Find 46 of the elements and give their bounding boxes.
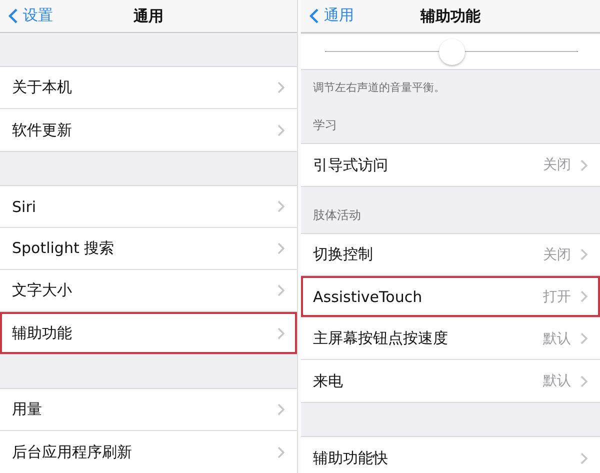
- back-chevron-icon: [8, 8, 18, 24]
- back-chevron-icon: [309, 8, 319, 24]
- chevron-icon: [277, 403, 285, 416]
- chevron-icon: [580, 290, 588, 303]
- row-label: 主屏幕按钮点按速度: [313, 329, 449, 348]
- row-label: 引导式访问: [313, 156, 389, 174]
- chevron-icon: [277, 284, 285, 297]
- chevron-icon: [277, 326, 285, 340]
- row-value: 关闭: [543, 246, 571, 264]
- row-value: 默认: [543, 372, 571, 390]
- section-header: 肢体活动: [312, 207, 362, 224]
- row-value: 默认: [543, 330, 571, 348]
- row-label: 来电: [313, 372, 344, 390]
- section-footer: 调节左右声道的音量平衡。: [301, 70, 600, 107]
- row-label: Spotlight 搜索: [12, 239, 116, 258]
- chevron-icon: [580, 248, 588, 261]
- settings-row[interactable]: AssistiveTouch 打开: [301, 276, 600, 318]
- row-label: 关于本机: [12, 78, 73, 97]
- row-label: Siri: [12, 198, 38, 216]
- row-label: 辅助功能: [12, 324, 73, 342]
- settings-row[interactable]: 辅助功能: [0, 312, 297, 354]
- back-button[interactable]: 通用: [309, 6, 354, 25]
- chevron-icon: [277, 446, 285, 458]
- row-label: AssistiveTouch: [313, 288, 424, 306]
- chevron-icon: [277, 81, 285, 94]
- row-label: 用量: [12, 400, 43, 419]
- row-value: 打开: [543, 288, 571, 306]
- row-value: 关闭: [543, 156, 571, 174]
- chevron-icon: [580, 158, 588, 172]
- back-button[interactable]: 设置: [8, 6, 53, 25]
- row-label: 软件更新: [12, 120, 73, 140]
- chevron-icon: [277, 242, 285, 255]
- row-label: 辅助功能快: [313, 448, 389, 468]
- chevron-icon: [580, 452, 588, 464]
- row-label: 后台应用程序刷新: [12, 442, 133, 462]
- chevron-icon: [277, 200, 285, 213]
- chevron-icon: [277, 124, 285, 136]
- screen-title: 通用: [134, 6, 164, 26]
- balance-slider[interactable]: [325, 38, 578, 66]
- chevron-icon: [580, 374, 588, 388]
- section-header: 学习: [312, 117, 338, 134]
- row-label: 切换控制: [313, 245, 374, 264]
- row-label: 文字大小: [12, 281, 73, 300]
- chevron-icon: [580, 332, 588, 345]
- slider-thumb[interactable]: [438, 38, 464, 64]
- screen-title: 辅助功能: [420, 6, 480, 26]
